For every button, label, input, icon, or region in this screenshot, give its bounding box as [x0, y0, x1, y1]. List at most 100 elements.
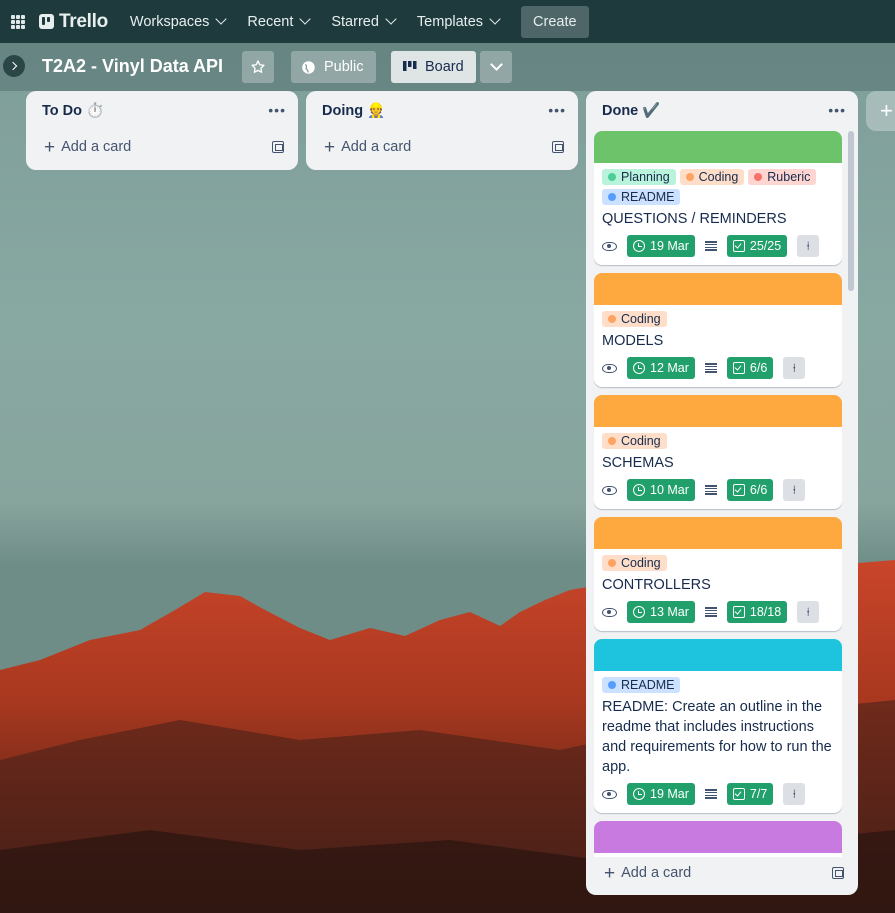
visibility-button[interactable]: Public — [291, 51, 376, 83]
trello-pin-icon[interactable]: ⍿ — [783, 357, 806, 379]
due-date-badge[interactable]: 19 Mar — [627, 783, 695, 805]
nav-templates[interactable]: Templates — [417, 13, 501, 30]
due-date-text: 12 Mar — [650, 361, 689, 375]
card-cover — [594, 517, 842, 549]
card-template-icon[interactable] — [272, 141, 284, 153]
plus-icon: + — [44, 136, 56, 158]
card-body: Planning Coding Ruberic README QUESTIONS / R… — [594, 163, 842, 265]
card-label[interactable]: Coding — [602, 311, 667, 327]
due-date-text: 13 Mar — [650, 605, 689, 619]
list-menu-icon[interactable]: ••• — [548, 102, 566, 118]
checklist-badge: 7/7 — [726, 783, 774, 805]
nav-workspaces[interactable]: Workspaces — [129, 13, 228, 30]
chevron-down-icon — [299, 13, 312, 25]
add-card-label: Add a card — [621, 865, 692, 881]
description-icon — [704, 241, 717, 251]
checklist-icon — [732, 606, 745, 618]
label-dot-icon — [608, 681, 616, 689]
checklist-badge: 18/18 — [726, 601, 788, 623]
card-cover — [594, 639, 842, 671]
due-date-badge[interactable]: 12 Mar — [627, 357, 695, 379]
due-date-badge[interactable]: 19 Mar — [627, 235, 695, 257]
list-doing: Doing 👷 ••• + Add a card — [306, 91, 578, 170]
globe-icon — [302, 60, 315, 74]
logo-text: Trello — [59, 10, 108, 32]
list-menu-icon[interactable]: ••• — [268, 102, 286, 118]
card[interactable]: Planning Coding Ruberic README QUESTIONS / R… — [594, 131, 842, 265]
card-badges: 12 Mar 6/6 ⍿ — [602, 357, 834, 379]
label-dot-icon — [608, 315, 616, 323]
trello-pin-icon[interactable]: ⍿ — [797, 235, 820, 257]
card-body: Coding SCHEMAS 10 Mar 6/6 ⍿ — [594, 427, 842, 509]
list-done: Done ✔️ ••• Planning Coding Ruberic README Q… — [586, 91, 858, 895]
plus-icon: + — [324, 136, 336, 158]
trello-pin-icon[interactable]: ⍿ — [783, 783, 806, 805]
list-header: Doing 👷 ••• — [306, 91, 578, 129]
checklist-icon — [732, 788, 745, 800]
list-title[interactable]: To Do ⏱️ — [42, 102, 104, 119]
add-card-button[interactable]: + Add a card — [306, 129, 578, 165]
card[interactable]: README README: Create an outline in the r… — [594, 639, 842, 813]
card[interactable]: Coding MODELS 12 Mar 6/6 ⍿ — [594, 273, 842, 387]
label-dot-icon — [608, 437, 616, 445]
nav-starred-label: Starred — [331, 13, 379, 30]
card-template-icon[interactable] — [552, 141, 564, 153]
trello-pin-icon[interactable]: ⍿ — [797, 601, 820, 623]
list-title[interactable]: Done ✔️ — [602, 102, 660, 119]
list-todo: To Do ⏱️ ••• + Add a card — [26, 91, 298, 170]
nav-recent[interactable]: Recent — [247, 13, 312, 30]
card[interactable]: Coding SCHEMAS 10 Mar 6/6 ⍿ — [594, 395, 842, 509]
due-date-badge[interactable]: 10 Mar — [627, 479, 695, 501]
nav-recent-label: Recent — [247, 13, 294, 30]
chevron-down-icon — [385, 13, 397, 25]
clock-icon — [633, 788, 645, 800]
nav-workspaces-label: Workspaces — [129, 13, 210, 30]
card-label[interactable]: Ruberic — [748, 169, 817, 185]
card[interactable]: PlanningCodingREADME — [594, 821, 842, 857]
due-date-text: 19 Mar — [650, 239, 689, 253]
top-nav: Trello Workspaces Recent Starred Templat… — [0, 0, 895, 43]
board-title[interactable]: T2A2 - Vinyl Data API — [42, 56, 223, 77]
card-label[interactable]: Planning — [602, 169, 676, 185]
create-button[interactable]: Create — [521, 5, 589, 38]
board-view-button[interactable]: Board — [391, 51, 476, 83]
card-label[interactable]: README — [602, 189, 681, 205]
list-title[interactable]: Doing 👷 — [322, 102, 385, 119]
card-label[interactable]: Coding — [602, 555, 667, 571]
card-cover — [594, 395, 842, 427]
trello-pin-icon[interactable]: ⍿ — [783, 479, 806, 501]
app-switcher-icon[interactable] — [11, 14, 25, 29]
checklist-icon — [732, 240, 745, 252]
star-button[interactable] — [242, 51, 274, 83]
watch-eye-icon — [602, 485, 617, 495]
watch-eye-icon — [602, 607, 617, 617]
sidebar-toggle-icon[interactable] — [3, 55, 25, 77]
view-switcher-button[interactable] — [480, 51, 512, 83]
checklist-badge: 25/25 — [726, 235, 788, 257]
card-labels: README — [602, 677, 834, 693]
checklist-badge: 6/6 — [726, 479, 774, 501]
card-label[interactable]: README — [602, 677, 681, 693]
card-template-icon[interactable] — [832, 867, 844, 879]
add-card-button[interactable]: + Add a card — [26, 129, 298, 165]
card-label[interactable]: Coding — [679, 169, 745, 185]
trello-logo[interactable]: Trello — [39, 11, 108, 33]
add-list-button[interactable]: + — [866, 91, 895, 131]
card-body: Coding CONTROLLERS 13 Mar 18/18 ⍿ — [594, 549, 842, 631]
card[interactable]: Coding CONTROLLERS 13 Mar 18/18 ⍿ — [594, 517, 842, 631]
due-date-badge[interactable]: 13 Mar — [627, 601, 695, 623]
board-view-label: Board — [425, 59, 464, 75]
clock-icon — [633, 484, 645, 496]
card-badges: 19 Mar 7/7 ⍿ — [602, 783, 834, 805]
add-card-button[interactable]: + Add a card — [586, 855, 858, 891]
label-dot-icon — [685, 173, 694, 181]
card-label[interactable]: Coding — [602, 433, 667, 449]
card-badges: 19 Mar 25/25 ⍿ — [602, 235, 834, 257]
card-title: QUESTIONS / REMINDERS — [602, 211, 787, 227]
list-menu-icon[interactable]: ••• — [828, 102, 846, 118]
list-scrollbar[interactable] — [848, 131, 854, 291]
add-card-label: Add a card — [61, 139, 132, 155]
nav-starred[interactable]: Starred — [331, 13, 397, 30]
checklist-text: 18/18 — [749, 605, 782, 619]
description-icon — [704, 363, 717, 373]
